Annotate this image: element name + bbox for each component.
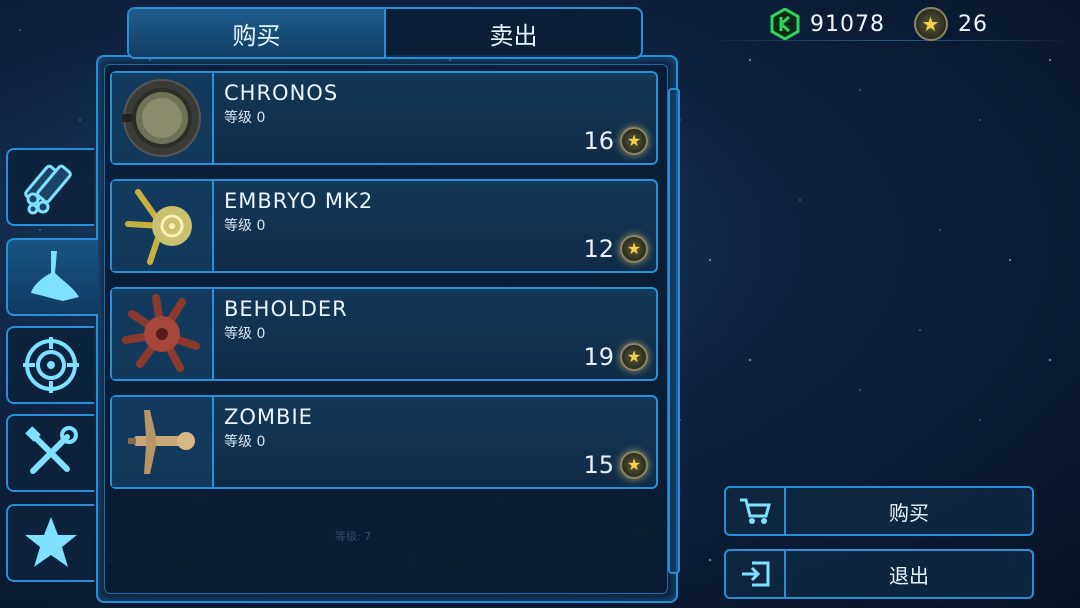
star-coin-icon: ★ bbox=[914, 7, 948, 41]
list-item[interactable]: BEHOLDER 等级 0 19 ★ bbox=[110, 287, 658, 381]
crosshair-icon bbox=[23, 337, 79, 393]
item-level: 等级 0 bbox=[224, 431, 265, 451]
hud-divider bbox=[700, 40, 1080, 41]
cart-icon-wrap bbox=[726, 488, 786, 534]
gem-count: 91078 bbox=[810, 11, 885, 37]
buy-button[interactable]: 购买 bbox=[724, 486, 1034, 536]
wrench-icon bbox=[25, 426, 78, 474]
item-price: 12 ★ bbox=[583, 235, 648, 263]
beholder-tentacle-icon bbox=[122, 294, 200, 372]
exit-icon bbox=[742, 561, 770, 587]
star-coin-icon: ★ bbox=[620, 235, 648, 263]
gem-icon bbox=[770, 8, 800, 40]
price-value: 12 bbox=[583, 235, 614, 263]
scrollbar[interactable] bbox=[668, 88, 680, 574]
level-label: 等级 bbox=[224, 110, 252, 126]
chronos-disc-icon bbox=[122, 79, 201, 157]
item-level: 等级 0 bbox=[224, 107, 265, 127]
pipes-icon bbox=[24, 164, 72, 215]
item-level: 等级 0 bbox=[224, 215, 265, 235]
item-name: ZOMBIE bbox=[224, 405, 313, 429]
star-coin-icon: ★ bbox=[620, 127, 648, 155]
map-label: 等级: 7 bbox=[335, 530, 372, 543]
side-tab-hooks[interactable] bbox=[6, 238, 98, 316]
cart-icon bbox=[740, 498, 771, 524]
item-thumbnail bbox=[112, 181, 214, 271]
item-name: CHRONOS bbox=[224, 81, 339, 105]
side-tab-tools[interactable] bbox=[6, 414, 94, 492]
item-name: BEHOLDER bbox=[224, 297, 348, 321]
side-tab-targets[interactable] bbox=[6, 326, 94, 404]
zombie-ship-icon bbox=[128, 410, 195, 474]
star-coin-icon: ★ bbox=[620, 343, 648, 371]
level-label: 等级 bbox=[224, 326, 252, 342]
level-value: 0 bbox=[256, 326, 266, 342]
hook-icon bbox=[31, 251, 79, 301]
tab-buy[interactable]: 购买 bbox=[129, 9, 384, 57]
exit-icon-wrap bbox=[726, 551, 786, 597]
price-value: 19 bbox=[583, 343, 614, 371]
price-value: 15 bbox=[583, 451, 614, 479]
star-counter: ★ 26 bbox=[914, 6, 988, 42]
item-name: EMBRYO MK2 bbox=[224, 189, 374, 213]
level-value: 0 bbox=[256, 434, 266, 450]
tab-sell[interactable]: 卖出 bbox=[384, 9, 641, 57]
exit-button[interactable]: 退出 bbox=[724, 549, 1034, 599]
buy-button-label: 购买 bbox=[889, 500, 929, 525]
item-price: 15 ★ bbox=[583, 451, 648, 479]
buy-sell-tabs: 购买 卖出 bbox=[127, 7, 643, 59]
item-thumbnail bbox=[112, 289, 214, 379]
price-value: 16 bbox=[583, 127, 614, 155]
embryo-biohazard-icon bbox=[125, 189, 192, 265]
star-coin-icon: ★ bbox=[620, 451, 648, 479]
item-thumbnail bbox=[112, 73, 214, 163]
level-label: 等级 bbox=[224, 218, 252, 234]
gem-counter: 91078 bbox=[770, 6, 885, 42]
side-tab-favorites[interactable] bbox=[6, 504, 94, 582]
list-item[interactable]: CHRONOS 等级 0 16 ★ bbox=[110, 71, 658, 165]
star-count: 26 bbox=[958, 11, 988, 37]
item-level: 等级 0 bbox=[224, 323, 265, 343]
item-thumbnail bbox=[112, 397, 214, 487]
list-item[interactable]: EMBRYO MK2 等级 0 12 ★ bbox=[110, 179, 658, 273]
level-label: 等级 bbox=[224, 434, 252, 450]
level-value: 0 bbox=[256, 218, 266, 234]
list-item[interactable]: ZOMBIE 等级 0 15 ★ bbox=[110, 395, 658, 489]
level-value: 0 bbox=[256, 110, 266, 126]
item-price: 16 ★ bbox=[583, 127, 648, 155]
star-icon bbox=[25, 517, 77, 567]
item-price: 19 ★ bbox=[583, 343, 648, 371]
exit-button-label: 退出 bbox=[889, 563, 929, 588]
side-tab-weapons[interactable] bbox=[6, 148, 94, 226]
